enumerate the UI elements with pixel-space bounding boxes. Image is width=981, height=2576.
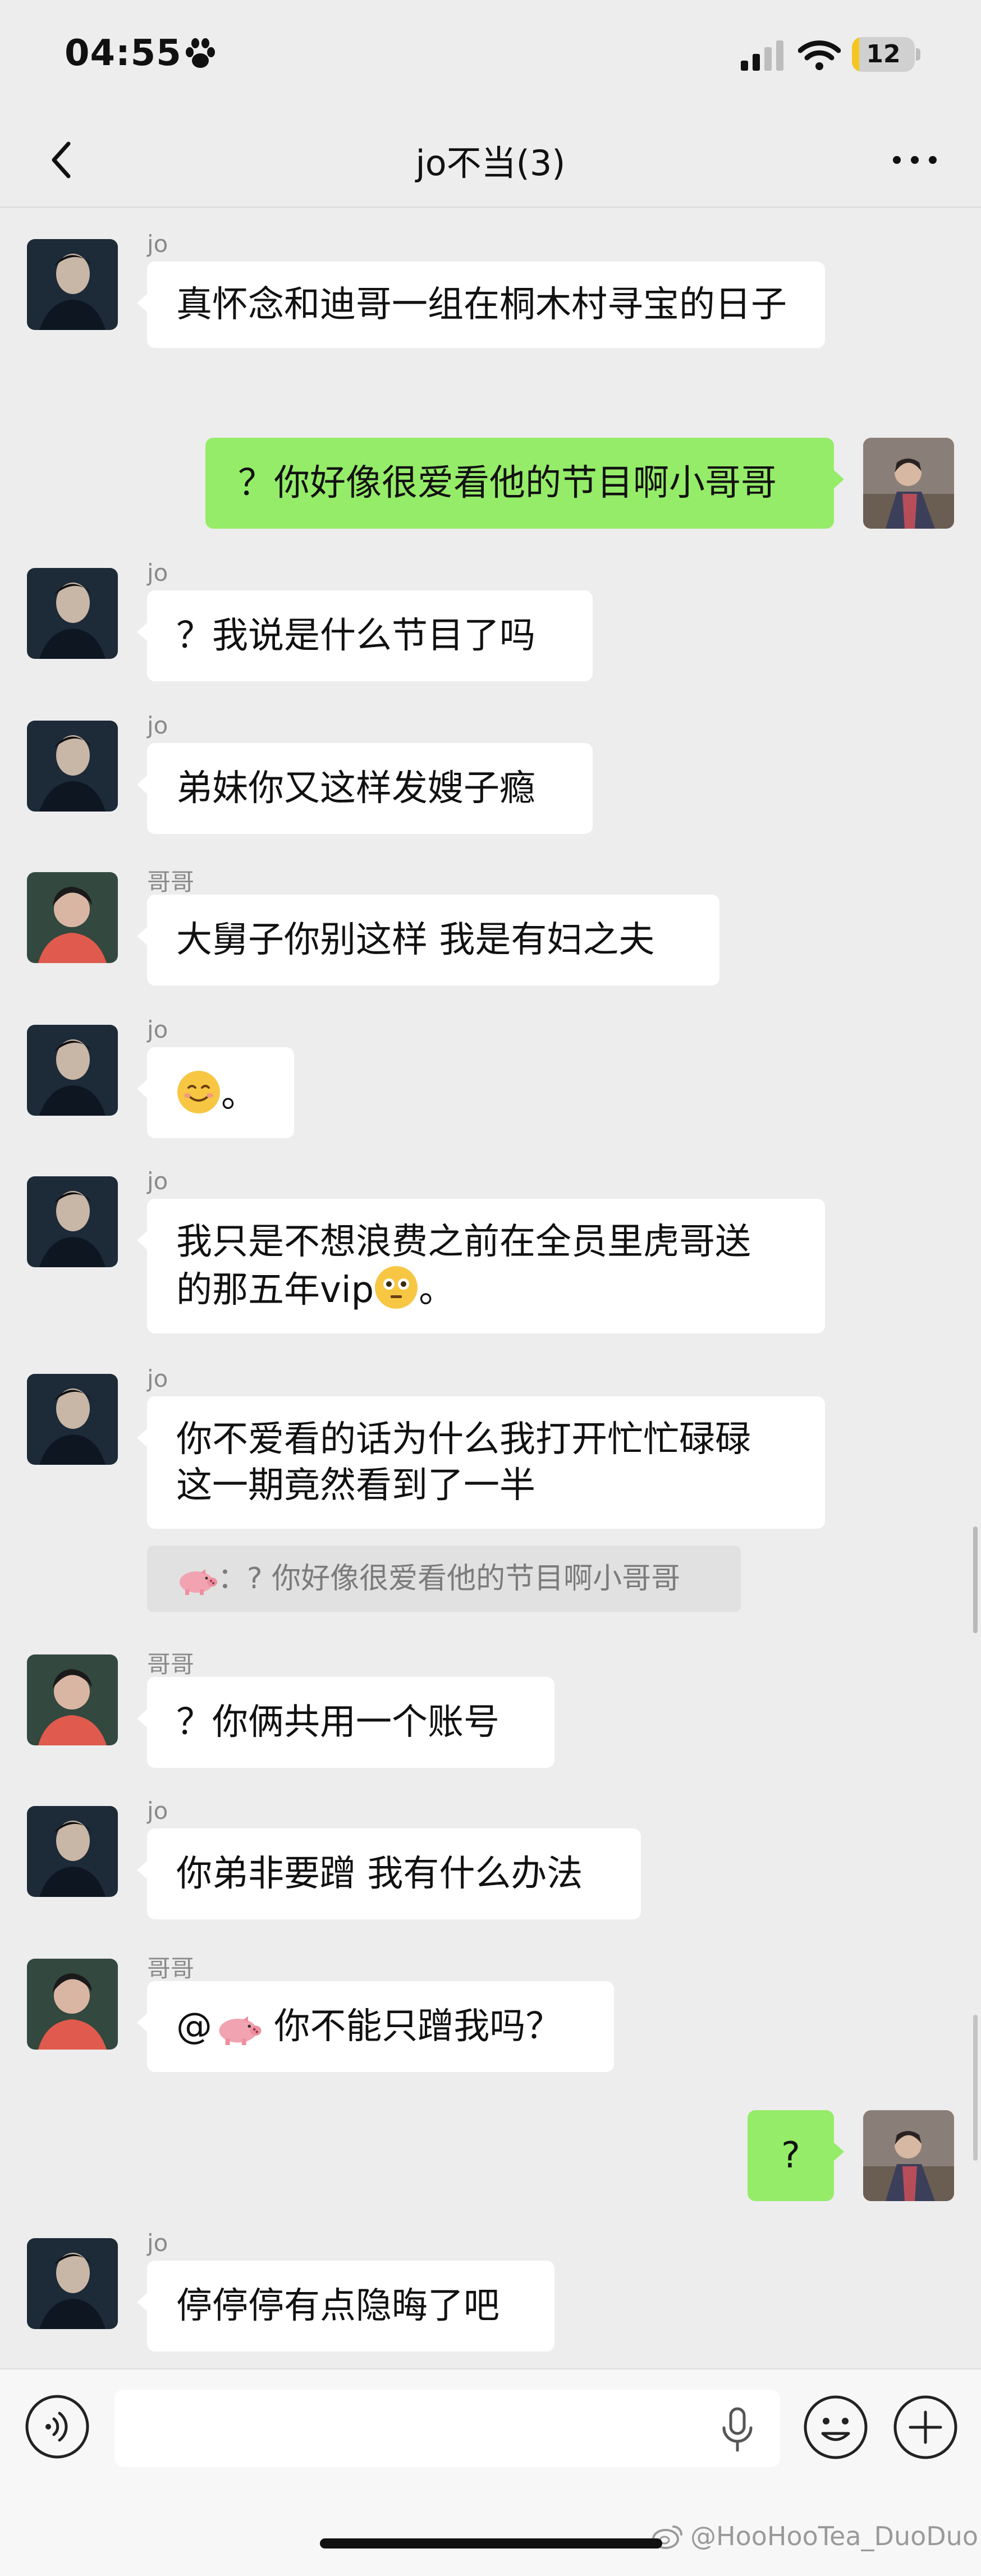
sender-name: 哥哥: [147, 868, 195, 896]
sender-name: jo: [147, 1167, 168, 1195]
message-text: 大舅子你别这样 我是有妇之夫: [176, 919, 655, 961]
smiling-face-icon: [177, 1071, 220, 1113]
message-text: ？你俩共用一个账号: [176, 1702, 499, 1743]
scroll-indicator[interactable]: [973, 1527, 978, 1633]
sender-name: jo: [147, 1016, 168, 1043]
message-bubble-outgoing[interactable]: ？你好像很爱看他的节目啊小哥哥: [205, 438, 844, 529]
mention-at: @: [176, 2006, 212, 2047]
avatar-self[interactable]: [863, 438, 954, 529]
emoji-picker-icon[interactable]: [803, 2394, 869, 2460]
avatar-jo[interactable]: [27, 2238, 118, 2329]
avatar-self[interactable]: [863, 2110, 954, 2201]
pig-icon: [180, 1569, 217, 1595]
voice-input-icon[interactable]: [25, 2394, 90, 2459]
message-text: 你不能只蹭我吗？: [263, 2006, 562, 2047]
avatar-jo[interactable]: [27, 1374, 118, 1465]
message-text-line: 的那五年vip 。: [176, 1265, 796, 1313]
more-options-icon[interactable]: [887, 146, 943, 174]
message-bubble[interactable]: ？我说是什么节目了吗: [137, 590, 593, 681]
message-bubble[interactable]: 停停停有点隐晦了吧: [137, 2261, 554, 2352]
wifi-icon: [798, 40, 841, 70]
chat-header: jo不当(3): [0, 112, 981, 208]
avatar-gege[interactable]: [27, 1654, 118, 1745]
message-text-tail: 。: [419, 1269, 455, 1311]
scroll-indicator[interactable]: [973, 2015, 978, 2161]
microphone-icon[interactable]: [717, 2405, 758, 2454]
message-bubble[interactable]: ？你俩共用一个账号: [137, 1677, 554, 1768]
message-text: 。: [221, 1074, 257, 1116]
message-bubble[interactable]: @ 你不能只蹭我吗？: [137, 1981, 614, 2072]
avatar-jo[interactable]: [27, 721, 118, 812]
message-text-line: 我只是不想浪费之前在全员里虎哥送: [176, 1221, 751, 1263]
message-text: 真怀念和迪哥一组在桐木村寻宝的日子: [176, 284, 787, 326]
message-input[interactable]: [114, 2390, 780, 2467]
sender-name: jo: [147, 230, 168, 258]
message-bubble-outgoing[interactable]: ?: [748, 2110, 844, 2201]
message-bubble[interactable]: 弟妹你又这样发嫂子瘾: [137, 743, 593, 834]
sender-name: jo: [147, 1797, 168, 1825]
pig-icon: [219, 2016, 262, 2045]
sender-name: jo: [147, 1365, 168, 1392]
battery-level: 12: [866, 40, 901, 68]
watermark: @HooHooTea_DuoDuo: [651, 2521, 978, 2551]
avatar-jo[interactable]: [27, 1176, 118, 1267]
message-text: ？你好像很爱看他的节目啊小哥哥: [238, 462, 777, 504]
message-text: ?: [781, 2135, 800, 2176]
message-bubble[interactable]: 你弟非要蹭 我有什么办法: [137, 1828, 641, 1919]
home-indicator[interactable]: [320, 2538, 662, 2549]
sender-name: jo: [147, 712, 168, 739]
battery-tip: [916, 48, 920, 61]
message-bubble[interactable]: 。: [137, 1047, 294, 1138]
avatar-jo[interactable]: [27, 1025, 118, 1116]
plus-icon[interactable]: [892, 2394, 959, 2460]
chat-title: jo不当(3): [415, 143, 566, 184]
message-text: 你弟非要蹭 我有什么办法: [176, 1853, 583, 1895]
sender-name: 哥哥: [147, 1651, 195, 1678]
message-bubble[interactable]: 你不爱看的话为什么我打开忙忙碌碌 这一期竟然看到了一半: [137, 1396, 825, 1529]
battery-indicator: 12: [852, 37, 922, 72]
sender-name: 哥哥: [147, 1955, 195, 1982]
message-text-line: 你不爱看的话为什么我打开忙忙碌碌: [176, 1419, 751, 1460]
message-text: ？我说是什么节目了吗: [176, 615, 535, 657]
quoted-message[interactable]: ：? 你好像很爱看他的节目啊小哥哥: [147, 1546, 741, 1612]
message-text: 的那五年vip: [176, 1269, 374, 1311]
sender-name: jo: [147, 559, 168, 586]
watermark-text: @HooHooTea_DuoDuo: [690, 2521, 978, 2551]
quoted-text: ：? 你好像很爱看他的节目啊小哥哥: [218, 1562, 681, 1596]
status-time: 04:55: [65, 33, 182, 74]
avatar-gege[interactable]: [27, 1959, 118, 2050]
avatar-jo[interactable]: [27, 568, 118, 659]
message-text-line: 这一期竟然看到了一半: [176, 1465, 535, 1506]
status-bar: 04:55 12: [0, 0, 981, 112]
message-bubble[interactable]: 大舅子你别这样 我是有妇之夫: [137, 895, 719, 986]
message-bubble[interactable]: 真怀念和迪哥一组在桐木村寻宝的日子: [137, 262, 825, 348]
message-bubble[interactable]: 我只是不想浪费之前在全员里虎哥送 的那五年vip 。: [137, 1199, 825, 1333]
battery-body: 12: [852, 37, 915, 72]
paw-icon: [186, 38, 215, 68]
message-text: 弟妹你又这样发嫂子瘾: [176, 768, 535, 809]
message-text: 停停停有点隐晦了吧: [176, 2285, 499, 2327]
signal-icon: [741, 40, 783, 71]
avatar-jo[interactable]: [27, 1806, 118, 1897]
chat-screen: 04:55 12 jo不当(3) jo 真怀念和迪哥一组在桐木村寻宝的日子 ？你…: [0, 0, 981, 2576]
avatar-gege[interactable]: [27, 872, 118, 963]
flushed-face-icon: [375, 1266, 418, 1309]
sender-name: jo: [147, 2229, 168, 2257]
avatar-jo[interactable]: [27, 239, 118, 330]
